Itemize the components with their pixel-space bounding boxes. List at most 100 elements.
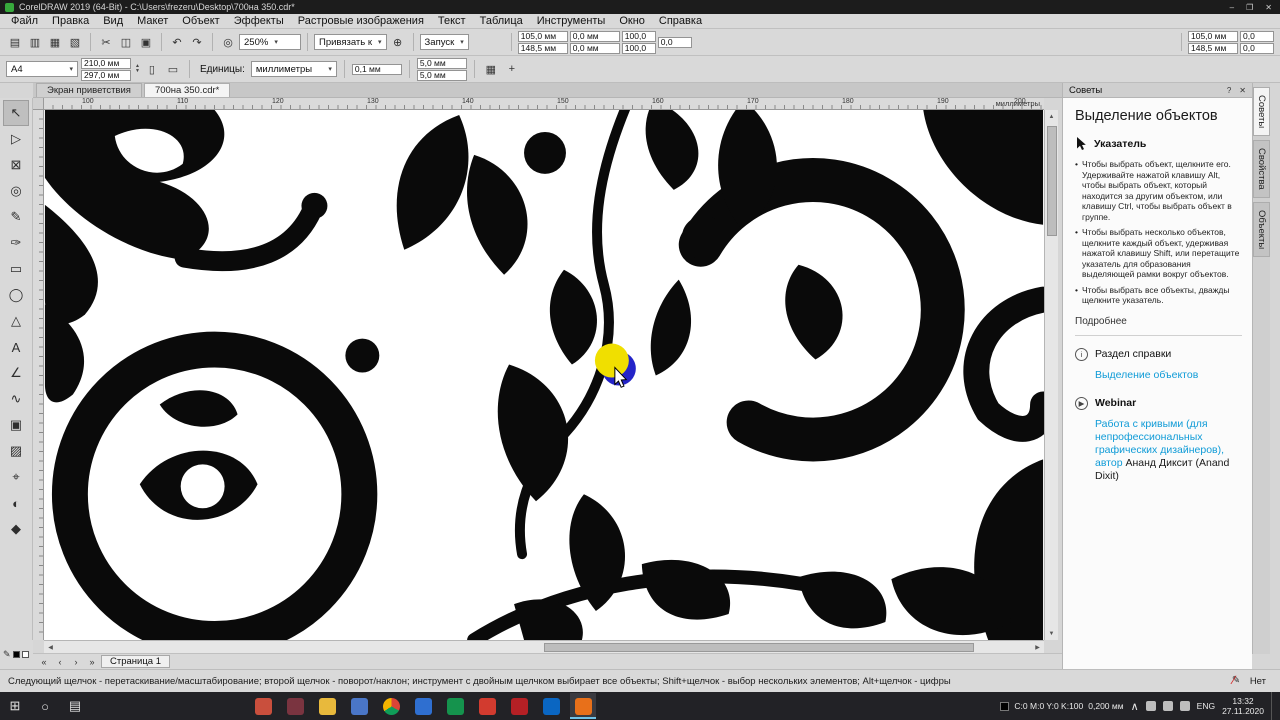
- size-h-field[interactable]: 0,0 мм: [569, 42, 620, 54]
- tray-expand-icon[interactable]: ∧: [1131, 700, 1139, 713]
- zoom-tool[interactable]: ◎: [3, 178, 29, 204]
- horizontal-scroll-thumb[interactable]: [544, 643, 974, 652]
- menu-layout[interactable]: Макет: [130, 14, 175, 28]
- transparency-tool[interactable]: ▨: [3, 438, 29, 464]
- vertical-scroll-thumb[interactable]: [1047, 126, 1057, 236]
- menu-edit[interactable]: Правка: [45, 14, 96, 28]
- units-combo[interactable]: миллиметры ▾: [250, 61, 337, 77]
- taskbar-clock[interactable]: 13:32 27.11.2020: [1222, 696, 1264, 716]
- tab-objects[interactable]: Объекты: [1253, 201, 1270, 258]
- print-icon[interactable]: ▧: [66, 33, 84, 51]
- restore-button[interactable]: ❐: [1246, 3, 1253, 12]
- outline-swatch[interactable]: [21, 651, 29, 658]
- menu-text[interactable]: Текст: [431, 14, 473, 28]
- grid-toggle-icon[interactable]: ▦: [482, 60, 500, 78]
- undo-icon[interactable]: ↶: [168, 33, 186, 51]
- eyedropper-tool[interactable]: ⌖: [3, 464, 29, 490]
- help-topic-link[interactable]: Выделение объектов: [1095, 369, 1242, 381]
- tray-icon[interactable]: [1179, 701, 1190, 711]
- redo-icon[interactable]: ↷: [188, 33, 206, 51]
- docker-close-icon[interactable]: ✕: [1239, 86, 1246, 95]
- ellipse-tool[interactable]: ◯: [3, 282, 29, 308]
- shape-tool[interactable]: ▷: [3, 126, 29, 152]
- menu-tools[interactable]: Инструменты: [530, 14, 613, 28]
- dimension-tool[interactable]: ∠: [3, 360, 29, 386]
- options-gear-icon[interactable]: ⊕: [389, 33, 407, 51]
- search-icon[interactable]: ○: [30, 692, 60, 720]
- tray-icon[interactable]: [1162, 701, 1173, 711]
- nudge-distance-field[interactable]: 0,1 мм: [351, 63, 402, 75]
- next-page-button[interactable]: ›: [69, 655, 83, 668]
- tab-current-document[interactable]: 700на 350.cdr*: [143, 83, 231, 97]
- page-size-preset-combo[interactable]: A4 ▾: [6, 61, 78, 77]
- vertical-ruler[interactable]: [33, 110, 44, 640]
- paste-icon[interactable]: ▣: [137, 33, 155, 51]
- polygon-tool[interactable]: △: [3, 308, 29, 334]
- taskbar-app-icon[interactable]: [250, 693, 276, 719]
- taskbar-app-icon[interactable]: [378, 693, 404, 719]
- tray-icon[interactable]: [1145, 701, 1156, 711]
- portrait-orientation-button[interactable]: ▯: [143, 60, 161, 78]
- task-view-icon[interactable]: ▤: [60, 692, 90, 720]
- menu-table[interactable]: Таблица: [473, 14, 530, 28]
- taskbar-app-icon[interactable]: [346, 693, 372, 719]
- freehand-tool[interactable]: ✎: [3, 204, 29, 230]
- fill-swatch[interactable]: [12, 651, 20, 658]
- position-x2-field[interactable]: 105,0 мм: [1188, 30, 1238, 42]
- scale-x-field[interactable]: 100,0: [621, 30, 656, 42]
- menu-object[interactable]: Объект: [175, 14, 226, 28]
- position-x-field[interactable]: 105,0 мм: [517, 30, 568, 42]
- size-w-field[interactable]: 0,0 мм: [569, 30, 620, 42]
- minimize-button[interactable]: –: [1230, 3, 1234, 12]
- scroll-up-icon[interactable]: ▲: [1045, 110, 1058, 123]
- menu-effects[interactable]: Эффекты: [227, 14, 291, 28]
- docker-help-icon[interactable]: ?: [1227, 86, 1231, 95]
- landscape-orientation-button[interactable]: ▭: [164, 60, 182, 78]
- position-y-field[interactable]: 148,5 мм: [517, 42, 568, 54]
- open-icon[interactable]: ▥: [26, 33, 44, 51]
- close-button[interactable]: ✕: [1265, 3, 1272, 12]
- taskbar-app-icon[interactable]: [314, 693, 340, 719]
- taskbar-app-icon[interactable]: [282, 693, 308, 719]
- rotation-angle-field[interactable]: 0,0: [657, 36, 692, 48]
- last-page-button[interactable]: »: [85, 655, 99, 668]
- dimension-spinner[interactable]: ▲ ▼: [135, 64, 140, 74]
- show-desktop-button[interactable]: [1271, 692, 1276, 720]
- save-icon[interactable]: ▦: [46, 33, 64, 51]
- tab-hints[interactable]: Советы: [1253, 87, 1270, 137]
- taskbar-app-icon[interactable]: [474, 693, 500, 719]
- scroll-down-icon[interactable]: ▼: [1045, 627, 1058, 640]
- pen-settings-icon[interactable]: ✎: [3, 649, 11, 660]
- zoom-levels-icon[interactable]: ◎: [219, 33, 237, 51]
- interactive-fill-tool[interactable]: ◐: [3, 490, 29, 516]
- taskbar-app-icon[interactable]: [538, 693, 564, 719]
- text-tool[interactable]: A: [3, 334, 29, 360]
- drawing-canvas[interactable]: [44, 110, 1044, 640]
- taskbar-app-icon[interactable]: [506, 693, 532, 719]
- zoom-level-combo[interactable]: 250% ▾: [239, 34, 301, 50]
- menu-view[interactable]: Вид: [96, 14, 130, 28]
- more-link[interactable]: Подробнее: [1075, 316, 1242, 327]
- cut-icon[interactable]: ✂: [97, 33, 115, 51]
- taskbar-app-icon[interactable]: [410, 693, 436, 719]
- page-tab[interactable]: Страница 1: [101, 655, 170, 668]
- ruler-origin[interactable]: [33, 98, 44, 110]
- artistic-media-tool[interactable]: ✑: [3, 230, 29, 256]
- menu-file[interactable]: Файл: [4, 14, 45, 28]
- duplicate-y-field[interactable]: 5,0 мм: [416, 69, 467, 81]
- taskbar-app-icon[interactable]: [442, 693, 468, 719]
- menu-bitmaps[interactable]: Растровые изображения: [291, 14, 431, 28]
- connector-tool[interactable]: ∿: [3, 386, 29, 412]
- launch-dropdown[interactable]: Запуск ▾: [419, 34, 469, 50]
- shadow-tool[interactable]: ▣: [3, 412, 29, 438]
- horizontal-ruler[interactable]: 100 110 120 130 140 150 160 170 180 190 …: [44, 98, 1044, 110]
- offset-y-field[interactable]: 0,0: [1240, 42, 1274, 54]
- new-document-icon[interactable]: ▤: [6, 33, 24, 51]
- vertical-scrollbar[interactable]: ▲ ▼: [1044, 110, 1058, 640]
- taskbar-app-coreldraw[interactable]: [570, 693, 596, 719]
- horizontal-scrollbar[interactable]: ◀ ▶: [44, 640, 1044, 653]
- offset-x-field[interactable]: 0,0: [1240, 30, 1274, 42]
- position-y2-field[interactable]: 148,5 мм: [1188, 42, 1238, 54]
- language-indicator[interactable]: ENG: [1197, 701, 1215, 711]
- tab-properties[interactable]: Свойства: [1253, 140, 1270, 198]
